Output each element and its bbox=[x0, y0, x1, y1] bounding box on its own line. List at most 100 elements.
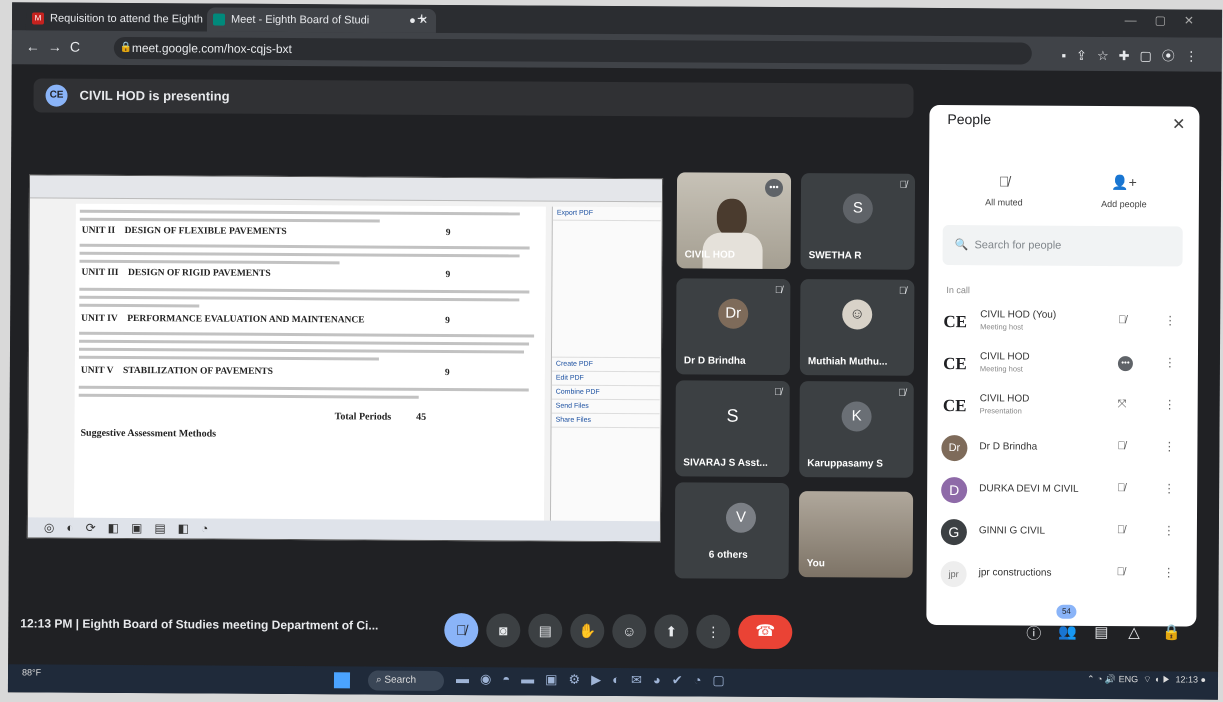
participant-avatar: CE bbox=[943, 312, 968, 332]
participant-name: Dr D Brindha bbox=[683, 355, 746, 367]
captions-button[interactable]: ▤ bbox=[528, 613, 563, 648]
search-people-input[interactable]: 🔍 Search for people bbox=[942, 224, 1183, 267]
participant-name: jpr constructions bbox=[978, 567, 1052, 579]
more-options-icon[interactable]: ⋮ bbox=[1163, 523, 1175, 537]
all-muted-button[interactable]: 🎙̸ All muted bbox=[959, 173, 1049, 208]
mic-off-icon[interactable]: 🎙̸ bbox=[1117, 482, 1125, 494]
info-icon[interactable]: ⓘ bbox=[1026, 623, 1041, 644]
taskbar-search[interactable]: ⌕ Search bbox=[367, 670, 445, 691]
participant-name: CIVIL HOD bbox=[979, 351, 1030, 363]
system-tray[interactable]: ⌃ ◔ 🔊 ENG ⌔ ◖ ▶ 12:13 ● bbox=[1087, 674, 1206, 686]
new-tab-button[interactable]: + bbox=[417, 9, 426, 31]
add-people-button[interactable]: 👤+ Add people bbox=[1079, 174, 1169, 210]
more-options-icon[interactable]: ••• bbox=[764, 178, 784, 198]
pane-item[interactable]: Combine PDF bbox=[551, 385, 660, 401]
mic-off-icon[interactable]: 🎙̸ bbox=[1117, 566, 1125, 578]
raise-hand-button[interactable]: ✋ bbox=[570, 613, 605, 648]
tab-meet[interactable]: Meet - Eighth Board of Studi ● ✕ bbox=[206, 7, 437, 33]
participant-name: CIVIL HOD bbox=[979, 393, 1030, 405]
participant-name: SIVARAJ S Asst... bbox=[683, 457, 768, 469]
browser-toolbar-icons[interactable]: ▪⇪☆✚▢⦿⋮ bbox=[1061, 45, 1207, 65]
pane-item[interactable]: Send Files bbox=[551, 399, 660, 415]
presentation-icon[interactable]: ⤧ bbox=[1118, 398, 1127, 411]
mic-off-icon: 🎙̸ bbox=[898, 285, 907, 297]
participant-name: CIVIL HOD bbox=[684, 249, 736, 261]
pane-item[interactable]: Export PDF bbox=[552, 206, 661, 222]
participant-row[interactable]: CE CIVIL HOD Meeting host ••• ⋮ bbox=[938, 343, 1188, 385]
more-options-icon[interactable]: ⋮ bbox=[1163, 439, 1175, 453]
mic-off-icon[interactable]: 🎙̸ bbox=[1117, 524, 1125, 536]
start-icon[interactable] bbox=[333, 672, 351, 689]
participant-row[interactable]: D DURKA DEVI M CIVIL 🎙̸ ⋮ bbox=[937, 469, 1187, 511]
close-icon[interactable]: ✕ bbox=[1172, 114, 1186, 134]
search-icon: ⌕ bbox=[375, 674, 382, 686]
participant-row[interactable]: Dr Dr D Brindha 🎙̸ ⋮ bbox=[937, 427, 1187, 469]
url-bar[interactable]: 🔒 meet.google.com/hox-cqjs-bxt bbox=[113, 36, 1032, 65]
participant-name: SWETHA R bbox=[808, 250, 862, 262]
participant-tile[interactable]: 🎙̸ K Karuppasamy S bbox=[799, 381, 914, 478]
participant-tile[interactable]: 🎙̸ ☺ Muthiah Muthu... bbox=[799, 279, 915, 376]
more-options-icon[interactable]: ⋮ bbox=[1164, 397, 1176, 411]
in-call-label: In call bbox=[946, 285, 970, 296]
participant-name: GINNI G CIVIL bbox=[978, 525, 1046, 537]
participant-tile[interactable]: ••• CIVIL HOD bbox=[676, 172, 792, 270]
participant-role: Presentation bbox=[979, 406, 1022, 416]
shared-screen: UNIT II DESIGN OF FLEXIBLE PAVEMENTS 9 UN… bbox=[26, 174, 664, 543]
pane-item[interactable]: Create PDF bbox=[551, 357, 660, 373]
weather-widget[interactable]: 88°F bbox=[22, 667, 41, 677]
mic-off-icon[interactable]: 🎙̸ bbox=[1117, 440, 1125, 452]
add-person-icon: 👤+ bbox=[1111, 174, 1137, 191]
pane-item[interactable]: Edit PDF bbox=[551, 371, 660, 387]
shared-taskbar: ◎◐⟳◧▣▤◧◔ bbox=[27, 517, 664, 542]
tab-gmail[interactable]: M Requisition to attend the Eighth ✕ bbox=[25, 6, 226, 32]
emoji-button[interactable]: ☺ bbox=[612, 613, 647, 649]
chat-icon[interactable]: ▤ bbox=[1094, 623, 1108, 641]
participant-avatar: S bbox=[842, 192, 873, 224]
participant-row[interactable]: jpr jpr constructions 🎙̸ ⋮ bbox=[937, 553, 1187, 595]
mic-off-icon: 🎙̸ bbox=[898, 387, 906, 399]
host-controls-icon[interactable]: 🔒 bbox=[1162, 623, 1181, 641]
lock-icon: 🔒 bbox=[119, 41, 133, 54]
meet-icon bbox=[212, 13, 226, 26]
tab-title: Requisition to attend the Eighth bbox=[49, 12, 203, 26]
participant-row[interactable]: CE CIVIL HOD (You) Meeting host 🎙̸ ⋮ bbox=[938, 301, 1188, 343]
participant-tile[interactable]: 🎙̸ S SIVARAJ S Asst... bbox=[675, 380, 790, 478]
pdf-toolbar bbox=[29, 175, 663, 203]
mic-off-icon[interactable]: 🎙̸ bbox=[1118, 314, 1126, 326]
mic-toggle-button[interactable]: 🎙̸ bbox=[444, 612, 479, 648]
present-button[interactable]: ⬆ bbox=[654, 614, 689, 649]
participant-name: CIVIL HOD (You) bbox=[980, 309, 1057, 321]
participant-avatar: K bbox=[841, 400, 872, 432]
participant-name: Karuppasamy S bbox=[807, 458, 883, 470]
more-options-icon[interactable]: ⋮ bbox=[1163, 565, 1175, 579]
mic-off-icon: 🎙̸ bbox=[774, 284, 783, 297]
participant-avatar: Dr bbox=[941, 434, 968, 462]
people-panel: People ✕ 🎙̸ All muted 👤+ Add people 🔍 Se… bbox=[926, 104, 1200, 627]
participant-avatar: CE bbox=[943, 354, 967, 374]
participant-tile[interactable]: 🎙̸ S SWETHA R bbox=[800, 173, 916, 270]
others-label: 6 others bbox=[708, 549, 748, 561]
activities-icon[interactable]: △ bbox=[1128, 623, 1140, 641]
more-options-button[interactable]: ⋮ bbox=[696, 614, 731, 649]
camera-toggle-button[interactable]: ◙ bbox=[486, 613, 521, 648]
pane-item[interactable]: Share Files bbox=[551, 413, 660, 429]
more-options-icon[interactable]: ⋮ bbox=[1164, 313, 1176, 327]
more-options-icon[interactable]: ⋮ bbox=[1163, 481, 1175, 495]
participant-row[interactable]: G GINNI G CIVIL 🎙̸ ⋮ bbox=[937, 511, 1187, 553]
more-options-icon[interactable]: ⋮ bbox=[1164, 355, 1176, 369]
participant-row[interactable]: CE CIVIL HOD Presentation ⤧ ⋮ bbox=[938, 385, 1188, 427]
taskbar-apps[interactable]: ▬◉◓▬▣⚙▶◐✉◕✔◔▢ bbox=[456, 671, 736, 689]
panel-title: People bbox=[947, 111, 992, 128]
mic-off-icon: 🎙̸ bbox=[998, 173, 1010, 190]
participant-tile[interactable]: 🎙̸ Dr Dr D Brindha bbox=[675, 278, 791, 376]
self-view-tile[interactable]: You bbox=[798, 491, 914, 578]
leave-call-button[interactable]: ☎ bbox=[738, 614, 793, 650]
unit-heading: UNIT V STABILIZATION OF PAVEMENTS 9 bbox=[80, 365, 450, 378]
unit-heading: UNIT II DESIGN OF FLEXIBLE PAVEMENTS 9 bbox=[81, 225, 451, 238]
others-tile[interactable]: V 6 others bbox=[674, 482, 790, 580]
people-icon[interactable]: 👥 bbox=[1058, 623, 1077, 641]
participant-avatar: CE bbox=[942, 396, 967, 416]
window-controls[interactable]: —▢✕ bbox=[1125, 13, 1212, 28]
nav-buttons[interactable]: ←→C bbox=[26, 38, 88, 54]
meeting-control-bar: 12:13 PM | Eighth Board of Studies meeti… bbox=[8, 604, 1218, 671]
